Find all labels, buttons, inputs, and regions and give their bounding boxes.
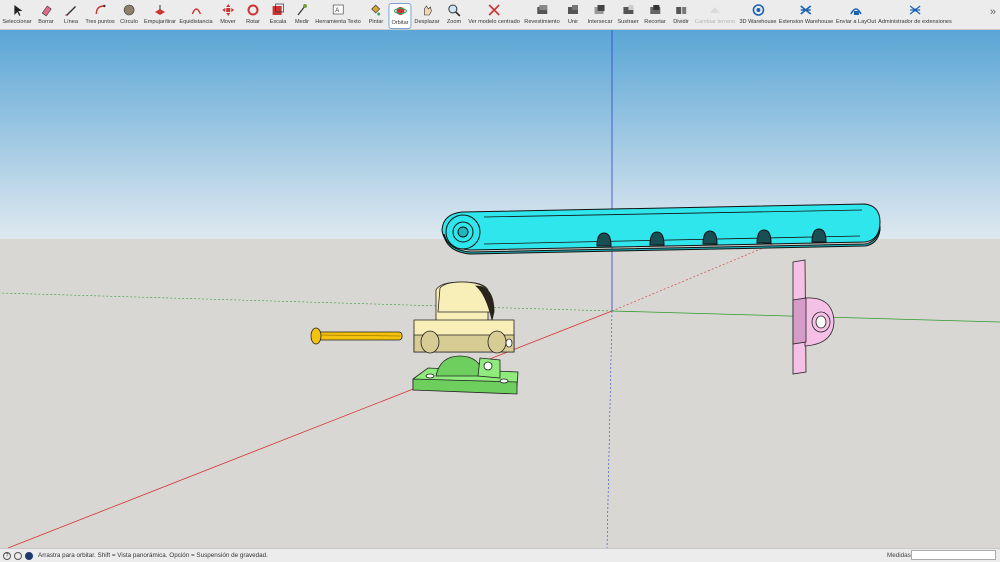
tool-label: Sustraer bbox=[617, 19, 639, 25]
tool-extension-warehouse-button[interactable]: Extension Warehouse bbox=[778, 3, 834, 29]
tool-tres-puntos-button[interactable]: Tres puntos bbox=[85, 3, 115, 29]
tool-label: Intersecar bbox=[587, 19, 613, 25]
tool-label: Unir bbox=[567, 19, 579, 25]
tool-pintar-button[interactable]: Pintar bbox=[368, 3, 384, 29]
tool-label: Administrador de extensiones bbox=[878, 19, 952, 25]
tool-sustraer-button[interactable]: Sustraer bbox=[617, 3, 639, 29]
tool-revestimiento-button[interactable]: Revestimiento bbox=[524, 3, 560, 29]
subtract-icon bbox=[622, 5, 633, 14]
tool-label: Extension Warehouse bbox=[778, 19, 834, 25]
tool-label: Enviar a LayOut bbox=[835, 19, 877, 25]
scene-canvas[interactable] bbox=[0, 30, 1000, 548]
warehouse-icon bbox=[752, 4, 764, 16]
tool-label: Pintar bbox=[368, 19, 384, 25]
tool-label: Cambiar terreno bbox=[694, 19, 736, 25]
tool-label: Zoom bbox=[446, 19, 462, 25]
tool-label: Rotar bbox=[246, 19, 260, 25]
user-account-icon[interactable] bbox=[25, 551, 33, 560]
tool-label: Orbitar bbox=[391, 20, 409, 26]
push-pull-icon bbox=[155, 5, 165, 15]
tool-label: Herramienta Texto bbox=[315, 19, 361, 25]
tool-intersecar-button[interactable]: Intersecar bbox=[587, 3, 613, 29]
tool-circulo-button[interactable]: Círculo bbox=[120, 3, 138, 29]
circle-icon bbox=[123, 4, 135, 16]
tool-label: Línea bbox=[64, 19, 78, 25]
tool-unir-button[interactable]: Unir bbox=[566, 3, 580, 29]
arc-three-points-icon bbox=[95, 4, 106, 15]
trim-icon bbox=[649, 5, 660, 14]
extension-warehouse-icon bbox=[800, 5, 812, 15]
tool-recortar-button[interactable]: Recortar bbox=[644, 3, 666, 29]
measurements-label: Medidas bbox=[887, 552, 911, 559]
tool-linea-button[interactable]: Línea bbox=[64, 3, 78, 29]
tool-label: Mover bbox=[220, 19, 236, 25]
tool-administrador-de-extensiones-button[interactable]: Administrador de extensiones bbox=[878, 3, 952, 29]
tool-mover-button[interactable]: Mover bbox=[220, 3, 236, 29]
tool-label: Tres puntos bbox=[85, 19, 115, 25]
tool-desplazar-button[interactable]: Desplazar bbox=[414, 3, 440, 29]
tool-label: Recortar bbox=[644, 19, 666, 25]
tool-label: Ver modelo centrado bbox=[468, 19, 520, 25]
split-icon bbox=[675, 7, 686, 14]
tool-label: Revestimiento bbox=[524, 19, 560, 25]
paint-bucket-icon bbox=[371, 4, 381, 16]
tool-label: Círculo bbox=[120, 19, 138, 25]
tool-label: Seleccionar bbox=[2, 19, 32, 25]
tool-medir-button[interactable]: Medir bbox=[295, 3, 309, 29]
help-icon[interactable]: ? bbox=[3, 551, 11, 560]
text-tool-icon: A bbox=[332, 4, 344, 15]
offset-icon bbox=[191, 8, 201, 15]
modeling-viewport[interactable] bbox=[0, 30, 1000, 548]
main-toolbar: Seleccionar Borrar Línea Tres puntos Círculo… bbox=[0, 0, 1000, 30]
rotate-icon bbox=[247, 4, 259, 16]
tool-seleccionar-button[interactable]: Seleccionar bbox=[2, 3, 32, 29]
pan-hand-icon bbox=[423, 5, 432, 16]
tool-herramienta-texto-button[interactable]: A Herramienta Texto bbox=[315, 3, 361, 29]
tape-measure-icon bbox=[297, 4, 307, 16]
tool-label: Borrar bbox=[38, 19, 54, 25]
pencil-line-icon bbox=[65, 6, 76, 16]
zoom-extents-icon bbox=[488, 4, 500, 16]
tool-orbitar-button[interactable]: Orbitar bbox=[388, 3, 412, 29]
intersect-icon bbox=[595, 5, 605, 14]
layout-icon bbox=[850, 8, 862, 15]
svg-text:A: A bbox=[335, 8, 339, 14]
cyan-arm-part[interactable] bbox=[441, 203, 881, 255]
info-icon[interactable] bbox=[14, 551, 22, 560]
tool-escala-button[interactable]: Escala bbox=[269, 3, 287, 29]
tool-label: Equidistancia bbox=[179, 19, 213, 25]
tool-borrar-button[interactable]: Borrar bbox=[38, 3, 54, 29]
flip-terrain-icon bbox=[709, 7, 720, 13]
move-icon bbox=[221, 4, 234, 16]
union-icon bbox=[568, 5, 578, 14]
status-bar: ? Arrastra para orbitar. Shift = Vista p… bbox=[0, 548, 1000, 562]
tool-label: Medir bbox=[295, 19, 309, 25]
tool-rotar-button[interactable]: Rotar bbox=[246, 3, 260, 29]
tool-ver-modelo-centrado-button[interactable]: Ver modelo centrado bbox=[468, 3, 520, 29]
tool-cambiar-terreno-button: Cambiar terreno bbox=[695, 3, 735, 29]
status-message: Arrastra para orbitar. Shift = Vista pan… bbox=[38, 552, 268, 559]
eraser-icon bbox=[41, 5, 52, 17]
outer-shell-icon bbox=[536, 5, 547, 14]
orbit-icon bbox=[393, 7, 407, 15]
tool-label: Escala bbox=[269, 19, 287, 25]
tool-empujar-tirar-button[interactable]: Empujar/tirar bbox=[144, 3, 176, 29]
extension-manager-icon bbox=[909, 5, 921, 15]
tool-dividir-button[interactable]: Dividir bbox=[673, 3, 689, 29]
tool-label: Empujar/tirar bbox=[143, 19, 177, 25]
scale-icon bbox=[272, 3, 285, 15]
chevron-double-right-icon[interactable]: » bbox=[990, 6, 996, 18]
tool-zoom-button[interactable]: Zoom bbox=[447, 3, 461, 29]
tool-label: Dividir bbox=[673, 19, 689, 25]
tool-enviar-a-layout-button[interactable]: Enviar a LayOut bbox=[836, 3, 876, 29]
tool-label: 3D Warehouse bbox=[739, 19, 777, 25]
tool-label: Desplazar bbox=[414, 19, 440, 25]
measurements-input[interactable] bbox=[911, 550, 996, 560]
zoom-icon bbox=[448, 4, 461, 17]
tool-3d-warehouse-button[interactable]: 3D Warehouse bbox=[739, 3, 777, 29]
tool-equidistancia-button[interactable]: Equidistancia bbox=[179, 3, 213, 29]
select-arrow-icon bbox=[13, 5, 22, 16]
